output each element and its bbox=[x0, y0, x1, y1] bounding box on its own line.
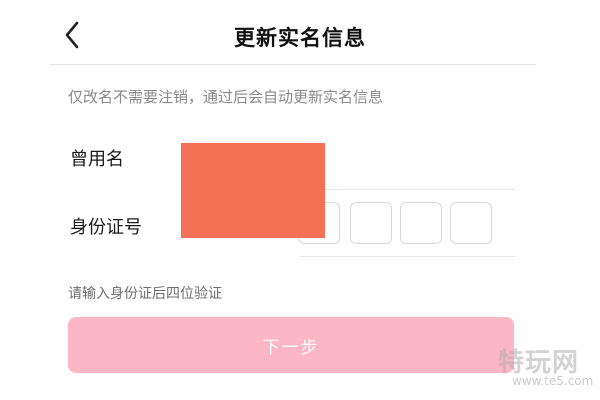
verify-hint-text: 请输入身份证后四位验证 bbox=[68, 286, 222, 302]
id-last-four-input[interactable] bbox=[298, 202, 498, 246]
id-digit-box-3[interactable] bbox=[400, 202, 442, 244]
next-step-button[interactable]: 下一步 bbox=[68, 317, 514, 373]
update-real-name-page: 更新实名信息 仅改名不需要注销，通过后会自动更新实名信息 曾用名 身份证号 请输… bbox=[0, 0, 600, 400]
id-digit-box-2[interactable] bbox=[350, 202, 392, 244]
page-title: 更新实名信息 bbox=[234, 26, 366, 50]
id-digit-box-4[interactable] bbox=[450, 202, 492, 244]
nav-bar: 更新实名信息 bbox=[0, 0, 600, 66]
rename-hint-text: 仅改名不需要注销，通过后会自动更新实名信息 bbox=[68, 88, 384, 106]
header-divider bbox=[50, 64, 536, 65]
watermark-sub-text: www.te5.com bbox=[512, 374, 594, 388]
former-name-label: 曾用名 bbox=[70, 149, 124, 170]
redaction-block bbox=[181, 143, 325, 238]
site-watermark: 特玩网 www.te5.com bbox=[498, 342, 598, 398]
former-name-underline bbox=[300, 189, 515, 190]
id-number-underline bbox=[300, 256, 515, 257]
id-number-label: 身份证号 bbox=[70, 217, 142, 238]
